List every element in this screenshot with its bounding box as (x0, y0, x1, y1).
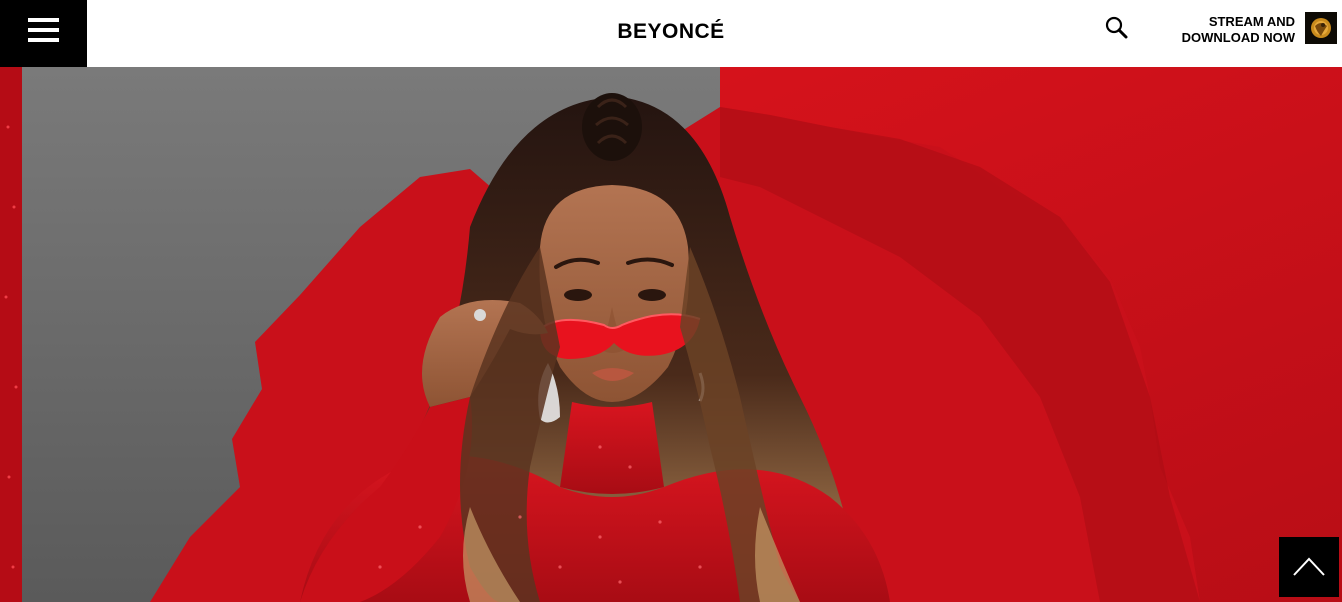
stream-cta-line2: DOWNLOAD NOW (1181, 30, 1295, 45)
album-cover-thumbnail[interactable] (1305, 12, 1337, 44)
album-art-icon (1305, 12, 1337, 44)
hero-image (0, 67, 1342, 602)
site-logo: BEYONCÉ (0, 20, 1342, 44)
scroll-to-top-button[interactable] (1279, 537, 1339, 597)
hero-photo-illustration (0, 67, 1342, 602)
search-button[interactable] (1104, 15, 1130, 41)
stream-download-link[interactable]: STREAM AND DOWNLOAD NOW (1160, 14, 1295, 46)
stream-cta-line1: STREAM AND (1208, 14, 1295, 29)
chevron-up-icon (1293, 557, 1325, 576)
page: BEYONCÉ STREAM AND DOWNLOAD NOW (0, 0, 1342, 602)
site-header: BEYONCÉ STREAM AND DOWNLOAD NOW (0, 0, 1342, 67)
search-icon (1105, 16, 1128, 39)
brand-wordmark[interactable]: BEYONCÉ (617, 20, 724, 43)
